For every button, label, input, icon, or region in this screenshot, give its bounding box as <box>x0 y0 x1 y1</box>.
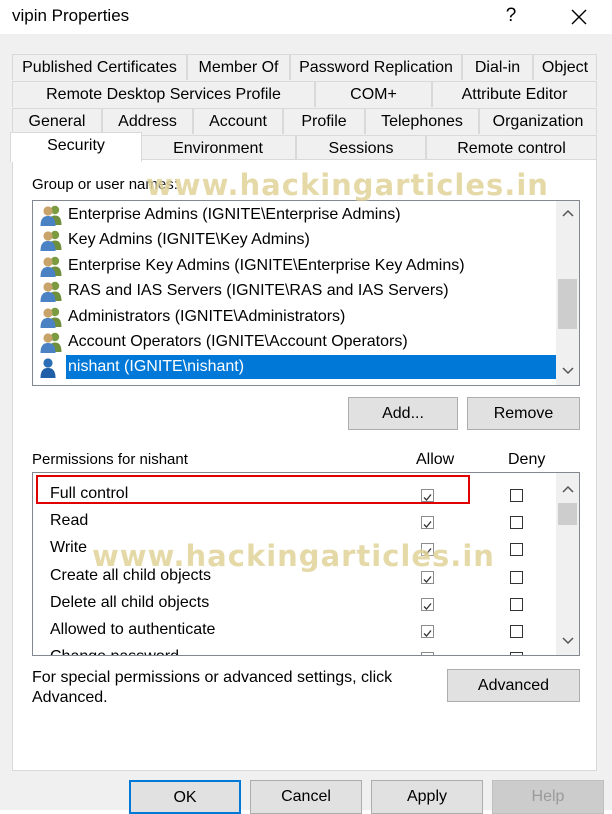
user-list-item[interactable]: Enterprise Key Admins (IGNITE\Enterprise… <box>66 254 465 278</box>
permissions-scrollbar[interactable] <box>556 473 579 655</box>
scroll-up-icon <box>562 485 574 493</box>
permission-name: Change password <box>50 645 179 655</box>
permission-name: Delete all child objects <box>50 593 210 611</box>
deny-checkbox[interactable] <box>510 516 523 530</box>
deny-checkbox[interactable] <box>510 652 523 655</box>
close-icon <box>571 9 587 25</box>
users-scrollbar[interactable] <box>556 201 579 385</box>
tab-attribute-editor[interactable]: Attribute Editor <box>432 81 597 107</box>
deny-checkbox[interactable] <box>510 489 523 502</box>
deny-checkbox[interactable] <box>510 625 523 638</box>
tab-sessions[interactable]: Sessions <box>296 135 426 161</box>
deny-header: Deny <box>508 451 546 468</box>
allow-checkbox[interactable] <box>421 543 434 557</box>
tab-telephones[interactable]: Telephones <box>365 108 479 134</box>
tab-remote-control[interactable]: Remote control <box>426 135 597 161</box>
group-icon <box>39 306 63 328</box>
tab-member-of[interactable]: Member Of <box>187 54 290 80</box>
users-listbox[interactable]: Enterprise Admins (IGNITE\Enterprise Adm… <box>32 200 580 386</box>
scroll-down-icon <box>562 367 574 375</box>
permissions-label: Permissions for nishant <box>32 451 188 468</box>
allow-checkbox[interactable] <box>421 516 434 530</box>
user-icon <box>39 356 63 379</box>
cancel-button[interactable]: Cancel <box>250 780 362 814</box>
deny-checkbox[interactable] <box>510 570 523 584</box>
tab-security[interactable]: Security <box>10 132 142 162</box>
special-permissions-text-2: Advanced. <box>32 689 108 706</box>
close-button[interactable] <box>562 2 596 32</box>
permission-name: Create all child objects <box>50 566 211 584</box>
permission-name: Write <box>50 539 88 557</box>
advanced-button[interactable]: Advanced <box>447 669 580 702</box>
group-label: Group or user names: <box>32 176 178 193</box>
group-icon <box>39 331 63 353</box>
tab-profile[interactable]: Profile <box>283 108 365 134</box>
allow-header: Allow <box>416 451 455 468</box>
allow-checkbox[interactable] <box>421 625 434 638</box>
allow-checkbox[interactable] <box>421 597 434 611</box>
deny-checkbox[interactable] <box>510 597 523 611</box>
user-list-item[interactable]: Account Operators (IGNITE\Account Operat… <box>66 330 408 354</box>
user-list-item[interactable]: nishant (IGNITE\nishant) <box>66 355 556 380</box>
highlight-box <box>36 475 470 504</box>
tab-com[interactable]: COM+ <box>315 81 432 107</box>
scroll-down-icon <box>562 637 574 645</box>
allow-checkbox[interactable] <box>421 570 434 584</box>
tab-general[interactable]: General <box>12 108 102 134</box>
apply-button[interactable]: Apply <box>371 780 483 814</box>
user-list-item[interactable]: RAS and IAS Servers (IGNITE\RAS and IAS … <box>66 279 449 303</box>
users-scroll-thumb[interactable] <box>558 279 577 329</box>
permissions-scroll-thumb[interactable] <box>558 503 577 525</box>
tab-environment[interactable]: Environment <box>140 135 296 161</box>
tab-published-certificates[interactable]: Published Certificates <box>12 54 187 80</box>
remove-button[interactable]: Remove <box>467 397 580 430</box>
user-list-item[interactable]: Administrators (IGNITE\Administrators) <box>66 305 345 329</box>
special-permissions-text: For special permissions or advanced sett… <box>32 669 393 686</box>
window-title: vipin Properties <box>12 6 130 25</box>
ok-button[interactable]: OK <box>129 780 241 814</box>
user-list-item[interactable]: Enterprise Admins (IGNITE\Enterprise Adm… <box>66 203 401 227</box>
help-button[interactable]: Help <box>492 780 604 814</box>
group-icon <box>39 280 63 303</box>
allow-checkbox[interactable] <box>421 652 434 655</box>
title-bar: vipin Properties ? <box>0 0 612 34</box>
tab-dial-in[interactable]: Dial-in <box>462 54 533 80</box>
tab-password-replication[interactable]: Password Replication <box>290 54 462 80</box>
group-icon <box>39 255 63 277</box>
permission-name: Read <box>50 512 89 530</box>
scroll-up-icon <box>562 209 574 217</box>
help-question-button[interactable]: ? <box>496 2 526 32</box>
tab-account[interactable]: Account <box>193 108 283 134</box>
tab-organization[interactable]: Organization <box>479 108 597 134</box>
deny-checkbox[interactable] <box>510 543 523 557</box>
group-icon <box>39 204 63 226</box>
user-list-item[interactable]: Key Admins (IGNITE\Key Admins) <box>66 228 310 252</box>
tab-remote-desktop-services-profile[interactable]: Remote Desktop Services Profile <box>12 81 315 107</box>
add-button[interactable]: Add... <box>348 397 458 430</box>
tab-address[interactable]: Address <box>102 108 193 134</box>
tab-object[interactable]: Object <box>533 54 597 80</box>
group-icon <box>39 229 63 252</box>
permission-name: Allowed to authenticate <box>50 621 216 638</box>
